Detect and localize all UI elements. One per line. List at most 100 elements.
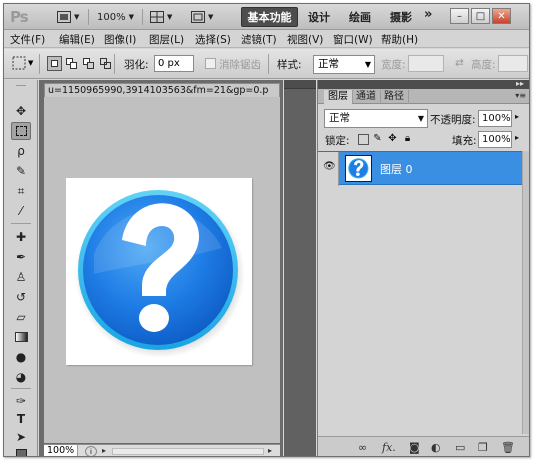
- workspace-photography-button[interactable]: 摄影: [390, 9, 412, 25]
- menu-file[interactable]: 文件(F): [10, 32, 45, 47]
- document-tab[interactable]: u=1150965990,3914103563&fm=21&gp=0.p: [44, 83, 280, 97]
- lock-pixels-icon[interactable]: ✎: [372, 133, 383, 144]
- zoom-level-dropdown[interactable]: 100% ▼: [97, 9, 134, 25]
- tab-paths[interactable]: 路径: [380, 90, 409, 104]
- scroll-right-arrow-icon[interactable]: ▸: [268, 446, 272, 455]
- workspace-design-button[interactable]: 设计: [308, 9, 330, 25]
- arrange-documents-button[interactable]: ▼: [150, 9, 172, 25]
- opacity-arrow-icon[interactable]: ▸: [515, 112, 519, 121]
- clone-stamp-tool-icon[interactable]: ♙: [11, 268, 31, 286]
- crop-tool-icon[interactable]: ⌗: [11, 182, 31, 200]
- shape-tool-icon[interactable]: [11, 444, 31, 456]
- width-input[interactable]: [408, 55, 444, 72]
- bridge-button[interactable]: ▼: [57, 9, 79, 25]
- blur-tool-icon[interactable]: ●: [11, 348, 31, 366]
- chevron-down-icon: ▼: [128, 13, 134, 21]
- zoom-field[interactable]: 100%: [44, 445, 78, 456]
- app-logo: Ps: [10, 8, 29, 26]
- history-brush-tool-icon[interactable]: ↺: [11, 288, 31, 306]
- dock-header[interactable]: [284, 80, 316, 89]
- screen-mode-button[interactable]: ▼: [191, 9, 213, 25]
- eyedropper-tool-icon[interactable]: ⁄: [11, 202, 31, 220]
- menu-view[interactable]: 视图(V): [287, 32, 323, 47]
- collapse-panel-icon[interactable]: ▸▸: [516, 79, 524, 88]
- layers-scrollbar[interactable]: [522, 151, 529, 434]
- brush-tool-icon[interactable]: ✒: [11, 248, 31, 266]
- add-to-selection-button[interactable]: [64, 56, 79, 71]
- panel-header[interactable]: ▸▸: [318, 79, 529, 89]
- swap-icon[interactable]: ⇄: [455, 57, 464, 69]
- feather-input[interactable]: 0 px: [154, 55, 194, 72]
- separator: [11, 388, 31, 389]
- layer-mask-icon[interactable]: ◙: [409, 441, 420, 454]
- toolbox: ✥ ρ ✎ ⌗ ⁄ ✚ ✒ ♙ ↺ ▱ ● ◕ ✑ T ➤: [4, 80, 38, 456]
- style-select[interactable]: 正常 ▼: [313, 55, 375, 74]
- zoom-level-value: 100%: [97, 11, 126, 23]
- antialias-checkbox[interactable]: [205, 58, 216, 69]
- status-menu-arrow-icon[interactable]: ▸: [102, 446, 106, 455]
- link-layers-icon[interactable]: ∞: [358, 441, 367, 454]
- minimize-button[interactable]: –: [450, 8, 469, 24]
- options-bar: ▼ 羽化: 0 px 消除锯齿 样式: 正常 ▼ 宽度: ⇄ 高度:: [4, 49, 529, 79]
- tab-channels[interactable]: 通道: [352, 90, 381, 104]
- marquee-tool-icon[interactable]: [11, 122, 31, 140]
- menu-select[interactable]: 选择(S): [195, 32, 231, 47]
- menu-layer[interactable]: 图层(L): [149, 32, 184, 47]
- menu-filter[interactable]: 滤镜(T): [241, 32, 277, 47]
- lock-position-icon[interactable]: ✥: [387, 133, 398, 144]
- chevron-down-icon: ▼: [167, 13, 173, 21]
- horizontal-scrollbar[interactable]: [112, 448, 264, 455]
- intersect-selection-button[interactable]: [98, 56, 113, 71]
- lock-all-icon[interactable]: 🔒︎: [402, 133, 413, 144]
- new-selection-button[interactable]: [47, 56, 62, 71]
- healing-brush-tool-icon[interactable]: ✚: [11, 228, 31, 246]
- opacity-label: 不透明度:: [430, 114, 476, 126]
- quick-selection-tool-icon[interactable]: ✎: [11, 162, 31, 180]
- lock-label: 锁定:: [325, 135, 350, 147]
- document-info-icon[interactable]: i: [85, 446, 97, 456]
- close-button[interactable]: ✕: [492, 8, 511, 24]
- gradient-tool-glyph: [14, 332, 28, 342]
- selection-mode-group: [47, 56, 113, 71]
- height-input[interactable]: [498, 55, 528, 72]
- restore-button[interactable]: □: [471, 8, 490, 24]
- delete-layer-icon[interactable]: 🗑︎: [501, 441, 515, 454]
- gradient-tool-icon[interactable]: [11, 328, 31, 346]
- adjustment-layer-icon[interactable]: ◐: [431, 441, 441, 454]
- question-mark-icon: [348, 158, 369, 179]
- layer-row[interactable]: 👁︎ 图层 0: [318, 151, 522, 186]
- subtract-selection-icon: [87, 62, 94, 69]
- eraser-tool-icon[interactable]: ▱: [11, 308, 31, 326]
- menu-edit[interactable]: 编辑(E): [59, 32, 95, 47]
- toolbox-grip[interactable]: [16, 80, 26, 86]
- fill-input[interactable]: 100%: [478, 131, 512, 148]
- workspace-essentials-button[interactable]: 基本功能: [241, 7, 298, 27]
- menu-help[interactable]: 帮助(H): [381, 32, 418, 47]
- type-tool-icon[interactable]: T: [11, 410, 31, 428]
- tool-preset-picker[interactable]: ▼: [12, 56, 33, 70]
- lock-transparency-icon[interactable]: [358, 134, 369, 145]
- visibility-toggle[interactable]: 👁︎: [318, 152, 339, 186]
- workspace-more-button[interactable]: »: [424, 7, 432, 22]
- dodge-tool-icon[interactable]: ◕: [11, 368, 31, 386]
- menu-window[interactable]: 窗口(W): [333, 32, 373, 47]
- move-tool-icon[interactable]: ✥: [11, 102, 31, 120]
- fill-arrow-icon[interactable]: ▸: [515, 133, 519, 142]
- pen-tool-icon[interactable]: ✑: [11, 392, 31, 410]
- screen-mode-icon: [191, 11, 205, 23]
- opacity-input[interactable]: 100%: [478, 110, 512, 127]
- marquee-tool-glyph: [15, 126, 27, 136]
- tab-layers[interactable]: 图层: [324, 90, 353, 104]
- document-canvas[interactable]: [44, 97, 280, 443]
- new-layer-icon[interactable]: ❐: [478, 441, 488, 454]
- layer-style-icon[interactable]: fx.: [382, 441, 396, 454]
- blend-mode-select[interactable]: 正常 ▼: [324, 109, 428, 128]
- menu-image[interactable]: 图像(I): [104, 32, 136, 47]
- lasso-tool-icon[interactable]: ρ: [11, 142, 31, 160]
- subtract-selection-button[interactable]: [81, 56, 96, 71]
- feather-label: 羽化:: [124, 59, 149, 71]
- new-group-icon[interactable]: ▭: [455, 441, 465, 454]
- panel-menu-icon[interactable]: ▾≡: [515, 91, 526, 100]
- filmstrip-icon: [57, 11, 71, 23]
- workspace-painting-button[interactable]: 绘画: [349, 9, 371, 25]
